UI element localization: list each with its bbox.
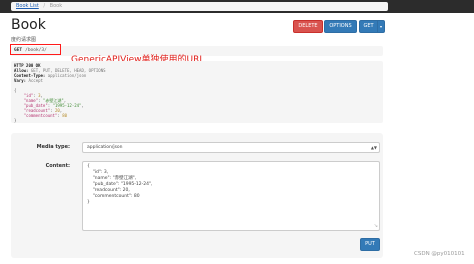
watermark: CSDN @py010101 bbox=[414, 251, 465, 257]
content-line: "commentcount": 80 bbox=[87, 194, 140, 199]
content-line: } bbox=[87, 200, 90, 205]
json-close-brace: } bbox=[14, 118, 17, 123]
breadcrumb: Book List / Book bbox=[11, 2, 388, 11]
select-arrows-icon: ▲▼ bbox=[370, 145, 377, 150]
put-button[interactable]: PUT bbox=[360, 238, 380, 251]
request-highlight-box bbox=[10, 44, 61, 55]
resize-handle-icon[interactable]: ↘ bbox=[374, 223, 378, 229]
header-value: Accept bbox=[28, 78, 43, 83]
media-type-select[interactable]: application/json ▲▼ bbox=[82, 142, 380, 153]
get-button[interactable]: GET bbox=[359, 20, 378, 33]
page-description: 度约请求图 bbox=[11, 37, 37, 43]
breadcrumb-current-book: Book bbox=[49, 3, 63, 9]
response-panel: HTTP 200 OK Allow: GET, PUT, DELETE, HEA… bbox=[11, 61, 383, 123]
media-type-label: Media type: bbox=[36, 144, 70, 150]
caret-down-icon[interactable]: ▾ bbox=[377, 20, 385, 33]
content-textarea[interactable]: { "id": 3, "name": "赤壁江湖", "pub_date": "… bbox=[82, 161, 380, 231]
json-field-commentcount: "commentcount": 80 bbox=[23, 113, 68, 118]
response-header-vary: Vary: Accept bbox=[14, 78, 43, 83]
media-type-value: application/json bbox=[87, 145, 123, 150]
header-value: application/json bbox=[47, 73, 87, 78]
content-label: Content: bbox=[45, 163, 70, 169]
page-title: Book bbox=[11, 17, 46, 33]
options-button[interactable]: OPTIONS bbox=[324, 20, 357, 33]
header-name: Vary: bbox=[14, 78, 27, 83]
delete-button[interactable]: DELETE bbox=[293, 20, 323, 33]
breadcrumb-book-list-link[interactable]: Book List bbox=[16, 3, 39, 9]
breadcrumb-separator: / bbox=[43, 3, 46, 9]
